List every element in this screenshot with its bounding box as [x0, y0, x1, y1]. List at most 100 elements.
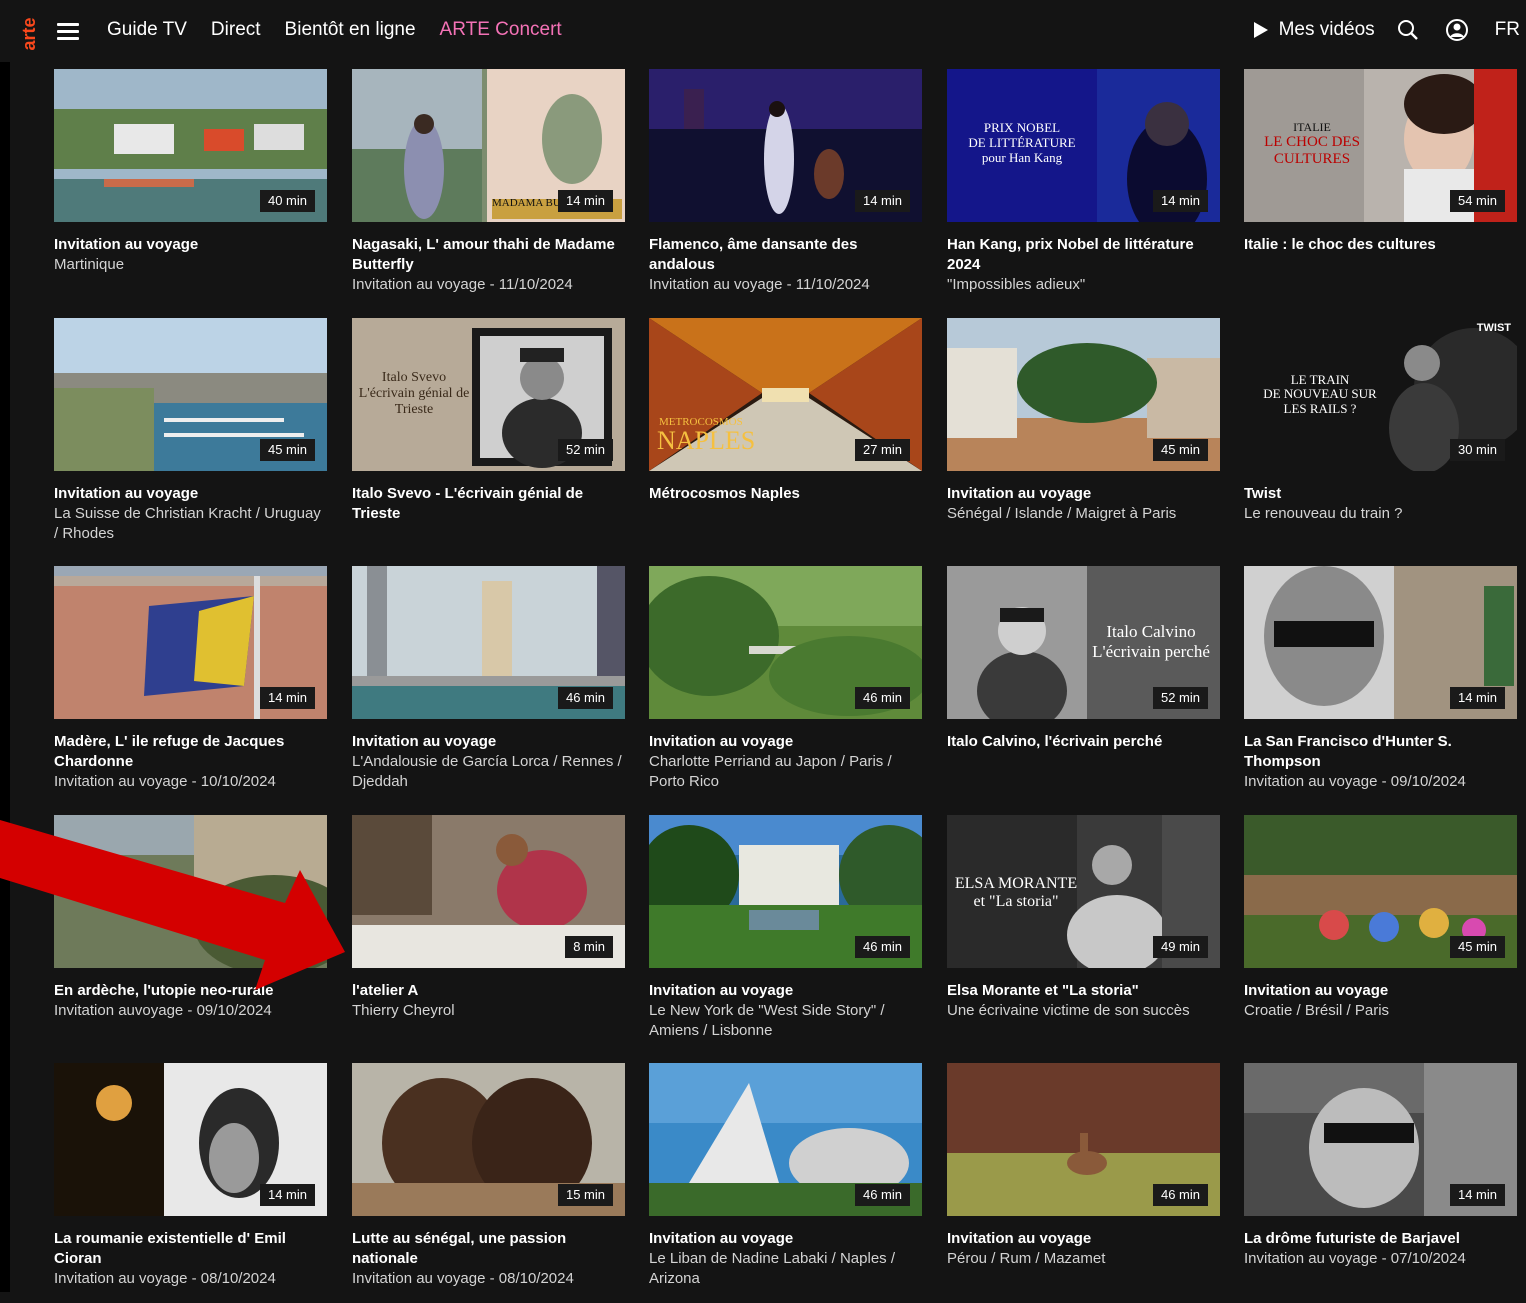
video-thumbnail[interactable]: ITALIE LE CHOC DES CULTURES 54 min — [1244, 69, 1517, 222]
video-thumbnail[interactable]: PRIX NOBEL DE LITTÉRATURE pour Han Kang … — [947, 69, 1220, 222]
video-thumbnail[interactable]: 45 min — [947, 317, 1220, 471]
video-title[interactable]: Invitation au voyage — [649, 1229, 922, 1249]
video-thumbnail[interactable]: 14 min — [54, 1063, 327, 1216]
video-thumbnail[interactable]: ELSA MORANTE et "La storia" 49 min — [947, 814, 1220, 968]
video-thumbnail[interactable]: MADAMA BUTTERFLY 14 min — [352, 69, 625, 222]
video-card[interactable]: 46 min Invitation au voyage Charlotte Pe… — [649, 566, 922, 792]
video-title[interactable]: Italo Calvino, l'écrivain perché — [947, 732, 1220, 752]
video-thumbnail[interactable]: LE TRAIN DE NOUVEAU SUR LES RAILS ? TWIST… — [1244, 317, 1517, 471]
video-thumbnail[interactable]: 46 min — [649, 566, 922, 719]
video-title[interactable]: l'atelier A — [352, 981, 625, 1001]
video-card[interactable]: 45 min Invitation au voyage Croatie / Br… — [1244, 814, 1517, 1021]
nav-item-bient-t-en-ligne[interactable]: Bientôt en ligne — [285, 19, 416, 41]
video-thumbnail[interactable]: 46 min — [947, 1063, 1220, 1216]
video-thumbnail[interactable]: 14 min — [1244, 566, 1517, 719]
video-title[interactable]: En ardèche, l'utopie neo-rurale — [54, 981, 327, 1001]
video-card[interactable]: ELSA MORANTE et "La storia" 49 min Elsa … — [947, 814, 1220, 1021]
video-title[interactable]: Nagasaki, L' amour thahi de Madame Butte… — [352, 235, 625, 275]
video-card[interactable]: 46 min Invitation au voyage Le New York … — [649, 814, 922, 1041]
my-videos-button[interactable]: Mes vidéos — [1253, 19, 1375, 41]
video-thumbnail[interactable]: 40 min — [54, 69, 327, 222]
nav-item-arte-concert[interactable]: ARTE Concert — [440, 19, 562, 41]
arte-logo-text: arte — [19, 17, 39, 50]
video-card[interactable]: 14 min La roumanie existentielle d' Emil… — [54, 1063, 327, 1289]
my-videos-label: Mes vidéos — [1278, 19, 1375, 40]
video-title[interactable]: Invitation au voyage — [947, 484, 1220, 504]
video-subtitle: La Suisse de Christian Kracht / Uruguay … — [54, 504, 321, 542]
video-thumbnail[interactable]: 14 min — [54, 566, 327, 719]
video-card[interactable]: 14 min La San Francisco d'Hunter S. Thom… — [1244, 566, 1517, 792]
video-card[interactable]: 46 min Invitation au voyage Pérou / Rum … — [947, 1063, 1220, 1269]
video-thumbnail[interactable]: 15 min — [352, 1063, 625, 1216]
video-card[interactable]: Italo Calvino L'écrivain perché 52 min I… — [947, 566, 1220, 752]
video-title[interactable]: Italo Svevo - L'écrivain génial de Tries… — [352, 484, 625, 524]
thumbnail-overlay-text: LE CHOC DES CULTURES — [1264, 134, 1360, 168]
menu-icon[interactable] — [57, 23, 79, 40]
video-title[interactable]: Invitation au voyage — [54, 484, 327, 504]
video-card[interactable]: 14 min Flamenco, âme dansante des andalo… — [649, 69, 922, 295]
video-card[interactable]: 46 min Invitation au voyage Le Liban de … — [649, 1063, 922, 1289]
thumbnail-overlay-text: LE TRAIN DE NOUVEAU SUR LES RAILS ? — [1263, 371, 1377, 417]
video-title[interactable]: Invitation au voyage — [649, 981, 922, 1001]
video-card[interactable]: METROCOSMOS NAPLES 27 min Métrocosmos Nap… — [649, 317, 922, 504]
video-row: 14 min La roumanie existentielle d' Emil… — [54, 1063, 1517, 1303]
video-card[interactable]: 40 min Invitation au voyage Martinique — [54, 69, 327, 275]
language-selector[interactable]: FR — [1495, 19, 1520, 41]
nav-item-guide-tv[interactable]: Guide TV — [107, 19, 187, 41]
duration-badge: 49 min — [1152, 935, 1208, 958]
video-title[interactable]: Flamenco, âme dansante des andalous — [649, 235, 922, 275]
video-thumbnail[interactable]: 45 min — [54, 317, 327, 471]
video-thumbnail[interactable]: 46 min — [649, 1063, 922, 1216]
video-subtitle: Charlotte Perriand au Japon / Paris / Po… — [649, 753, 892, 790]
video-card[interactable]: 46 min Invitation au voyage L'Andalousie… — [352, 566, 625, 792]
video-card[interactable]: 14 min En ardèche, l'utopie neo-rurale I… — [54, 814, 327, 1021]
duration-badge: 14 min — [259, 687, 315, 709]
video-title[interactable]: Invitation au voyage — [54, 235, 327, 255]
video-card[interactable]: 14 min Madère, L' ile refuge de Jacques … — [54, 566, 327, 792]
video-thumbnail[interactable]: 46 min — [649, 814, 922, 968]
video-subtitle: "Impossibles adieux" — [947, 276, 1086, 293]
search-button[interactable] — [1397, 19, 1419, 41]
video-thumbnail[interactable]: 14 min — [1244, 1063, 1517, 1216]
account-button[interactable] — [1445, 18, 1469, 42]
video-card[interactable]: 45 min Invitation au voyage Sénégal / Is… — [947, 317, 1220, 524]
video-title[interactable]: Han Kang, prix Nobel de littérature 2024 — [947, 235, 1220, 275]
video-title[interactable]: Invitation au voyage — [947, 1229, 1220, 1249]
video-thumbnail[interactable]: 45 min — [1244, 814, 1517, 968]
video-thumbnail[interactable]: Italo Calvino L'écrivain perché 52 min — [947, 566, 1220, 719]
video-title[interactable]: La roumanie existentielle d' Emil Cioran — [54, 1229, 327, 1269]
video-title[interactable]: Invitation au voyage — [1244, 981, 1517, 1001]
video-thumbnail[interactable]: 14 min — [649, 69, 922, 222]
video-title[interactable]: La San Francisco d'Hunter S. Thompson — [1244, 732, 1517, 772]
nav-item-direct[interactable]: Direct — [211, 19, 261, 41]
video-subtitle: L'Andalousie de García Lorca / Rennes / … — [352, 753, 622, 790]
video-title[interactable]: Invitation au voyage — [649, 732, 922, 752]
duration-badge: 52 min — [1152, 687, 1208, 709]
thumbnail-overlay-text: Italo Calvino L'écrivain perché — [1092, 622, 1210, 661]
video-card[interactable]: 45 min Invitation au voyage La Suisse de… — [54, 317, 327, 544]
video-thumbnail[interactable]: METROCOSMOS NAPLES 27 min — [649, 317, 922, 471]
video-title[interactable]: Invitation au voyage — [352, 732, 625, 752]
video-subtitle: Le Liban de Nadine Labaki / Naples / Ari… — [649, 1250, 896, 1287]
duration-badge: 14 min — [854, 190, 910, 212]
video-card[interactable]: MADAMA BUTTERFLY 14 min Nagasaki, L' amo… — [352, 69, 625, 295]
video-card[interactable]: LE TRAIN DE NOUVEAU SUR LES RAILS ? TWIST… — [1244, 317, 1517, 524]
video-card[interactable]: PRIX NOBEL DE LITTÉRATURE pour Han Kang … — [947, 69, 1220, 295]
video-thumbnail[interactable]: 46 min — [352, 566, 625, 719]
video-title[interactable]: Lutte au sénégal, une passion nationale — [352, 1229, 625, 1269]
video-title[interactable]: Italie : le choc des cultures — [1244, 235, 1517, 255]
video-title[interactable]: Métrocosmos Naples — [649, 484, 922, 504]
arte-logo[interactable]: arte — [18, 8, 42, 60]
video-thumbnail[interactable]: 14 min — [54, 814, 327, 968]
video-card[interactable]: Italo Svevo L'écrivain génial de Trieste… — [352, 317, 625, 524]
video-title[interactable]: Elsa Morante et "La storia" — [947, 981, 1220, 1001]
video-card[interactable]: ITALIE LE CHOC DES CULTURES 54 min Italie… — [1244, 69, 1517, 255]
video-thumbnail[interactable]: 8 min — [352, 814, 625, 968]
video-title[interactable]: Twist — [1244, 484, 1517, 504]
video-card[interactable]: 8 min l'atelier A Thierry Cheyrol — [352, 814, 625, 1021]
video-title[interactable]: Madère, L' ile refuge de Jacques Chardon… — [54, 732, 327, 772]
video-card[interactable]: 14 min La drôme futuriste de Barjavel In… — [1244, 1063, 1517, 1269]
video-thumbnail[interactable]: Italo Svevo L'écrivain génial de Trieste… — [352, 317, 625, 471]
video-card[interactable]: 15 min Lutte au sénégal, une passion nat… — [352, 1063, 625, 1289]
video-title[interactable]: La drôme futuriste de Barjavel — [1244, 1229, 1517, 1249]
